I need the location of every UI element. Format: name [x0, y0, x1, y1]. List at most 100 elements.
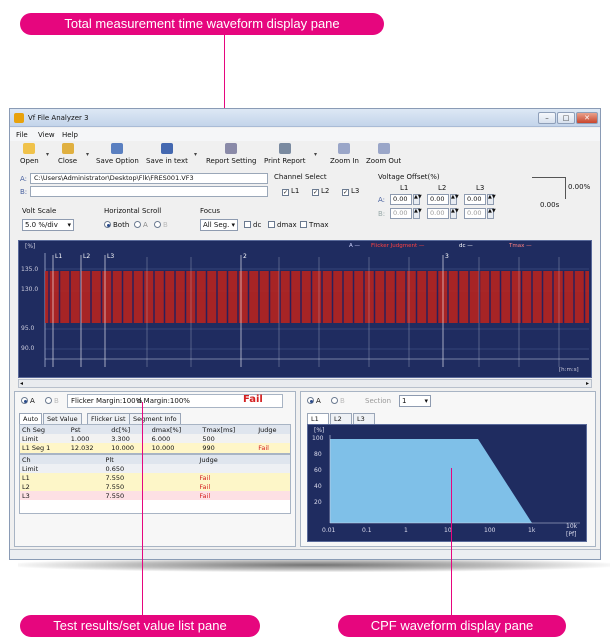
- offset-b-l2[interactable]: 0.00: [427, 208, 449, 219]
- spin-icon[interactable]: ▲▼: [487, 194, 496, 205]
- tab-segment-info[interactable]: Segment Info: [129, 413, 181, 424]
- table-row[interactable]: L1 Seg 1 12.032 10.000 10.000 990 Fail: [20, 443, 290, 452]
- table-row[interactable]: Limit 0.650: [20, 464, 290, 473]
- d-margin: d Margin:100%: [137, 397, 190, 405]
- volt-scale-select[interactable]: 5.0 %/div: [22, 219, 74, 231]
- offset-a-l3[interactable]: 0.00: [464, 194, 486, 205]
- tab-auto[interactable]: Auto: [19, 413, 43, 424]
- menu-help[interactable]: Help: [62, 131, 78, 139]
- table-cell: 12.032: [70, 443, 94, 452]
- table-cell: 7.550: [105, 473, 125, 482]
- checkbox-icon: [300, 221, 307, 228]
- focus-select[interactable]: All Seg.: [200, 219, 238, 231]
- spin-icon[interactable]: ▲▼: [450, 208, 459, 219]
- scroll-right-icon[interactable]: ▸: [586, 380, 589, 387]
- save-option-icon: [111, 143, 124, 154]
- hscroll-both-radio[interactable]: Both: [104, 221, 129, 229]
- spin-icon[interactable]: ▲▼: [487, 208, 496, 219]
- table-row[interactable]: L1 7.550 Fail: [20, 473, 290, 482]
- scroll-left-icon[interactable]: ◂: [20, 380, 23, 387]
- menu-view[interactable]: View: [38, 131, 55, 139]
- callout-line-bottom-right: [451, 468, 452, 616]
- close-file-button[interactable]: Close: [58, 143, 77, 165]
- cpf-ab-a-radio[interactable]: A: [307, 397, 321, 405]
- report-setting-button[interactable]: Report Setting: [206, 143, 257, 165]
- save-in-text-button[interactable]: Save in text: [146, 143, 188, 165]
- folder-open-icon: [23, 143, 36, 154]
- save-option-button[interactable]: Save Option: [96, 143, 139, 165]
- flicker-margin: Flicker Margin:100%: [71, 397, 143, 405]
- scale-box: [532, 177, 566, 199]
- save-dropdown-icon[interactable]: ▾: [194, 151, 197, 158]
- waveform-plot: [44, 253, 589, 367]
- tab-flicker-list[interactable]: Flicker List: [87, 413, 130, 424]
- channel-l1-checkbox[interactable]: ✓ L1: [282, 187, 299, 196]
- results-table-2: Ch Plt Judge Limit 0.650 L1 7.550 Fail L2 7.550 Fa…: [19, 454, 291, 514]
- zoom-in-button[interactable]: Zoom In: [330, 143, 359, 165]
- scale-box-pct: 0.00%: [568, 183, 591, 191]
- checkbox-icon: [268, 221, 275, 228]
- cpf-ab-b-radio[interactable]: B: [331, 397, 345, 405]
- cpf-section-select[interactable]: 1: [399, 395, 431, 407]
- open-dropdown-icon[interactable]: ▾: [46, 151, 49, 158]
- open-button[interactable]: Open: [20, 143, 39, 165]
- print-dropdown-icon[interactable]: ▾: [314, 151, 317, 158]
- title-bar: Vf File Analyzer 3 – □ ✕: [10, 109, 600, 127]
- close-window-button[interactable]: ✕: [576, 112, 598, 124]
- zoom-out-button[interactable]: Zoom Out: [366, 143, 401, 165]
- radio-icon: [307, 397, 314, 404]
- focus-tmax-checkbox[interactable]: Tmax: [300, 221, 329, 229]
- waveform-scrollbar[interactable]: ◂ ▸: [18, 379, 592, 388]
- maximize-button[interactable]: □: [557, 112, 575, 124]
- callout-results-pane: Test results/set value list pane: [20, 615, 260, 637]
- tab-set-value[interactable]: Set Value: [43, 413, 82, 424]
- radio-icon: [331, 397, 338, 404]
- spin-icon[interactable]: ▲▼: [413, 194, 422, 205]
- status-bar: [10, 549, 600, 559]
- check-icon: ✓: [312, 189, 319, 196]
- offset-b-l1[interactable]: 0.00: [390, 208, 412, 219]
- app-icon: [14, 113, 24, 123]
- focus-dc-checkbox[interactable]: dc: [244, 221, 261, 229]
- cpf-pane: A B Section 1 L1 L2 L3 [%] 100 80 60 40 …: [300, 391, 596, 547]
- focus-dmax-checkbox[interactable]: dmax: [268, 221, 297, 229]
- hscroll-a-radio[interactable]: A: [134, 221, 148, 229]
- close-dropdown-icon[interactable]: ▾: [86, 151, 89, 158]
- results-ab-a-radio[interactable]: A: [21, 397, 35, 405]
- tab-cpf-l2[interactable]: L2: [330, 413, 352, 424]
- channel-l2-checkbox[interactable]: ✓ L2: [312, 187, 329, 196]
- menu-file[interactable]: File: [16, 131, 28, 139]
- table-cell: Fail: [199, 491, 211, 500]
- table-header-row: Ch Seg Pst dc[%] dmax[%] Tmax[ms] Judge: [20, 425, 290, 434]
- cpf-plot-area[interactable]: [%] 100 80 60 40 20 0.01 0.1 1 10 100 1k…: [307, 424, 587, 542]
- table-row[interactable]: Limit 1.000 3.300 6.000 500: [20, 434, 290, 443]
- report-setting-icon: [225, 143, 238, 154]
- results-ab-b-radio[interactable]: B: [45, 397, 59, 405]
- plt-table: Ch Plt Judge Limit 0.650 L1 7.550 Fail L2 7.550 Fa…: [20, 455, 290, 500]
- tab-cpf-l3[interactable]: L3: [353, 413, 375, 424]
- table-cell: Limit: [22, 464, 39, 473]
- table-cell: 7.550: [105, 482, 125, 491]
- minimize-button[interactable]: –: [538, 112, 556, 124]
- table-cell: 990: [202, 443, 215, 452]
- offset-a-l1[interactable]: 0.00: [390, 194, 412, 205]
- offset-a-l2[interactable]: 0.00: [427, 194, 449, 205]
- path-b-field[interactable]: [30, 186, 268, 197]
- channel-l3-checkbox[interactable]: ✓ L3: [342, 187, 359, 196]
- table-cell: 0.650: [105, 464, 125, 473]
- printer-icon: [278, 143, 291, 154]
- spin-icon[interactable]: ▲▼: [413, 208, 422, 219]
- table-row[interactable]: L3 7.550 Fail: [20, 491, 290, 500]
- table-row[interactable]: L2 7.550 Fail: [20, 482, 290, 491]
- hscroll-b-radio[interactable]: B: [154, 221, 168, 229]
- offset-b-l3[interactable]: 0.00: [464, 208, 486, 219]
- tab-cpf-l1[interactable]: L1: [307, 413, 329, 424]
- table-cell: L3: [22, 491, 30, 500]
- table-header-row: Ch Plt Judge: [20, 455, 290, 464]
- cpf-curve: [329, 435, 580, 524]
- spin-icon[interactable]: ▲▼: [450, 194, 459, 205]
- radio-icon: [134, 221, 141, 228]
- path-a-field[interactable]: C:\Users\Administrator\Desktop\Flk\FRES0…: [30, 173, 268, 184]
- print-report-button[interactable]: Print Report: [264, 143, 306, 165]
- waveform-pane[interactable]: [%] A — Flicker Judgment — dc — Tmax — 1…: [18, 240, 592, 378]
